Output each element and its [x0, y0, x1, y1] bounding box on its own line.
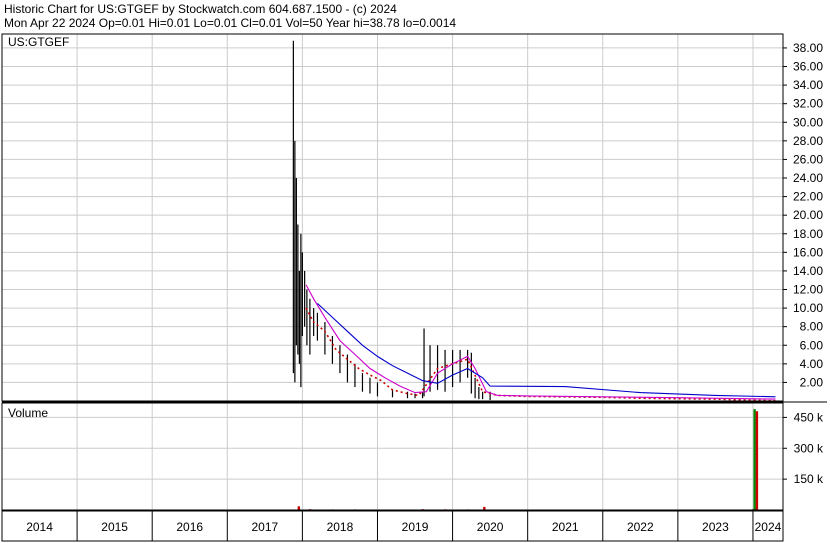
- price-tick-label: 14.00: [793, 264, 823, 278]
- volume-panel-title: Volume: [8, 406, 48, 420]
- year-label: 2022: [627, 520, 654, 534]
- volume-panel-frame: [1, 402, 784, 511]
- year-label: 2016: [176, 520, 203, 534]
- volume-tick-label: 300 k: [794, 441, 824, 455]
- price-tick-label: 32.00: [793, 97, 823, 111]
- price-panel-title: US:GTGEF: [8, 35, 69, 49]
- volume-bar: [755, 411, 759, 510]
- price-tick-label: 26.00: [793, 152, 823, 166]
- price-tick-label: 2.00: [800, 375, 824, 389]
- year-label: 2017: [251, 520, 278, 534]
- volume-tick-label: 150 k: [794, 472, 824, 486]
- price-tick-label: 16.00: [793, 245, 823, 259]
- price-tick-label: 18.00: [793, 227, 823, 241]
- year-label: 2015: [101, 520, 128, 534]
- price-tick-label: 38.00: [793, 41, 823, 55]
- stock-chart: US:GTGEF Volume 38.00 36.00 34.00 32.00 30.0…: [1, 33, 827, 542]
- frame-layer: [1, 33, 827, 542]
- price-tick-label: 6.00: [800, 338, 824, 352]
- price-tick-label: 10.00: [793, 301, 823, 315]
- year-label: 2024: [755, 520, 782, 534]
- year-label: 2014: [26, 520, 53, 534]
- year-label: 2020: [477, 520, 504, 534]
- price-panel-frame: [1, 33, 784, 402]
- price-tick-label: 36.00: [793, 60, 823, 74]
- price-tick-label: 34.00: [793, 78, 823, 92]
- label-layer: US:GTGEF Volume 38.00 36.00 34.00 32.00 30.0…: [8, 35, 824, 534]
- price-tick-label: 8.00: [800, 320, 824, 334]
- price-tick-label: 20.00: [793, 208, 823, 222]
- price-tick-label: 24.00: [793, 171, 823, 185]
- year-label: 2018: [327, 520, 354, 534]
- year-label: 2019: [402, 520, 429, 534]
- price-tick-label: 4.00: [800, 357, 824, 371]
- price-tick-label: 22.00: [793, 190, 823, 204]
- price-tick-label: 28.00: [793, 134, 823, 148]
- price-tick-label: 12.00: [793, 283, 823, 297]
- volume-tick-label: 450 k: [794, 410, 824, 424]
- volume-bar: [297, 506, 301, 510]
- year-label: 2023: [702, 520, 729, 534]
- price-layer: [292, 40, 776, 402]
- grid-layer: [2, 34, 783, 510]
- volume-bar: [753, 409, 756, 510]
- price-tick-label: 30.00: [793, 115, 823, 129]
- year-label: 2021: [552, 520, 579, 534]
